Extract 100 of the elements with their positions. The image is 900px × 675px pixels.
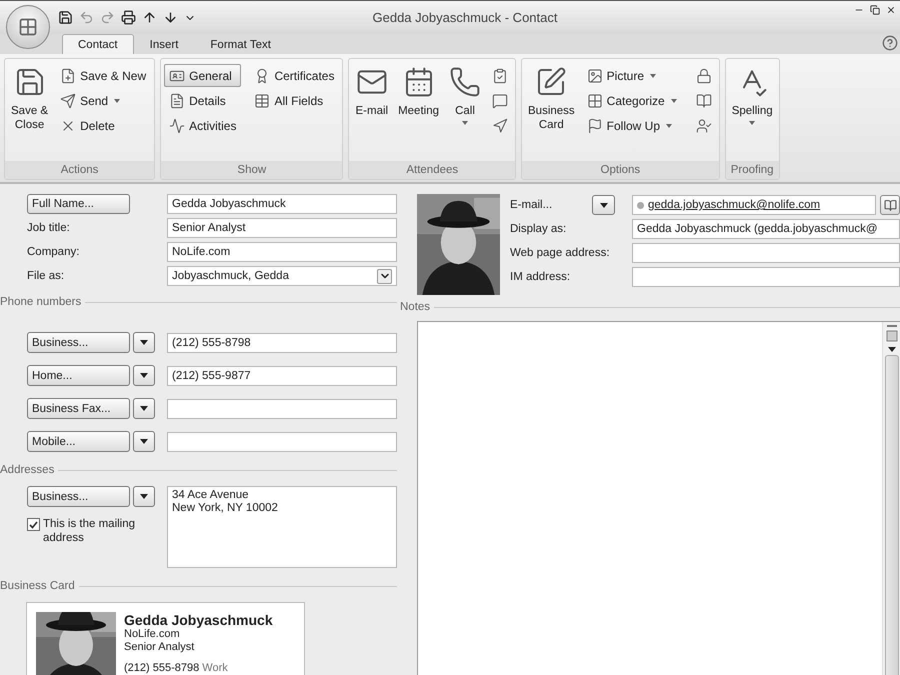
phone-type-button[interactable]: Business Fax... <box>27 398 130 419</box>
ribbon-button[interactable]: Activities <box>164 114 242 137</box>
next-button[interactable] <box>163 10 178 25</box>
address-type-button[interactable]: Business... <box>27 486 130 507</box>
ribbon-button[interactable]: Spelling <box>728 62 776 161</box>
window-title: Gedda Jobyaschmuck - Contact <box>372 10 558 25</box>
dropdown-arrow-icon <box>140 406 148 411</box>
dropdown-button[interactable] <box>133 486 155 507</box>
section-title: Addresses <box>0 464 54 476</box>
flag-icon <box>586 118 603 134</box>
input-field[interactable]: Senior Analyst <box>167 218 397 238</box>
dropdown-button[interactable] <box>592 195 615 215</box>
dropdown-button[interactable] <box>133 398 155 419</box>
arrow-icon <box>492 118 508 134</box>
group-label: Actions <box>5 161 154 179</box>
printer-icon <box>121 10 136 25</box>
scroll-up-arrow-icon <box>888 347 896 352</box>
address-book-button[interactable] <box>880 195 900 215</box>
save-button[interactable] <box>58 10 73 25</box>
phone-field[interactable] <box>167 398 397 418</box>
lock-icon <box>696 68 712 84</box>
help-button[interactable] <box>882 35 898 51</box>
ribbon-tab[interactable]: Insert <box>134 34 194 54</box>
email-field[interactable]: gedda.jobyaschmuck@nolife.com <box>632 195 876 215</box>
checkbox-label: This is the mailing address <box>43 517 136 545</box>
phone-field[interactable]: (212) 555-9877 <box>167 366 397 386</box>
phone-field[interactable]: (212) 555-8798 <box>167 332 397 352</box>
input-field[interactable]: Gedda Jobyaschmuck <box>167 194 397 214</box>
field-label: Web page address: <box>510 247 611 259</box>
ribbon-button[interactable]: Follow Up <box>582 114 684 137</box>
ribbon-button[interactable]: Business Card <box>525 62 578 161</box>
arrow-down-icon <box>163 10 178 25</box>
ribbon-button[interactable]: E-mail <box>352 62 392 161</box>
dropdown-button[interactable] <box>133 431 155 452</box>
section-title: Phone numbers <box>0 296 82 308</box>
clipboard-check-icon <box>492 68 508 84</box>
phone-type-button[interactable]: Mobile... <box>27 431 130 452</box>
card-line: Senior Analyst <box>124 641 196 654</box>
file-as-combo[interactable]: Jobyaschmuck, Gedda <box>167 266 397 286</box>
address-field[interactable]: 34 Ace Avenue New York, NY 10002 <box>167 486 397 568</box>
book-icon <box>696 92 712 108</box>
picture-icon <box>586 68 603 84</box>
group-label: Attendees <box>349 161 515 179</box>
notes-field[interactable] <box>417 321 900 675</box>
ribbon-button[interactable]: Save & Close <box>8 62 52 161</box>
close-icon <box>886 5 896 15</box>
ribbon-button[interactable]: All Fields <box>249 89 340 112</box>
ribbon-button[interactable]: Details <box>164 89 242 112</box>
previous-button[interactable] <box>142 10 157 25</box>
dropdown-button[interactable] <box>133 365 155 386</box>
dropdown-arrow-icon <box>600 202 608 208</box>
ribbon-button[interactable]: Call <box>446 62 484 161</box>
grid-icon <box>586 92 603 108</box>
ribbon-button[interactable]: General <box>164 64 242 87</box>
ribbon-button[interactable]: Picture <box>582 64 684 87</box>
dropdown-arrow-icon <box>140 340 148 345</box>
new-document-icon <box>60 68 76 84</box>
office-button[interactable] <box>6 5 50 49</box>
field-label: Job title: <box>27 222 71 234</box>
help-icon <box>882 35 898 51</box>
close-button[interactable] <box>886 5 896 15</box>
speech-bubble-icon <box>492 92 508 108</box>
print-button[interactable] <box>121 10 136 25</box>
input-field[interactable] <box>632 243 900 263</box>
checkbox[interactable] <box>27 518 40 531</box>
checkmark-icon <box>29 520 38 528</box>
undo-icon <box>79 10 94 25</box>
ribbon-button[interactable]: Delete <box>55 114 152 137</box>
input-field[interactable]: NoLife.com <box>167 242 397 262</box>
ribbon-button[interactable]: Certificates <box>249 64 340 87</box>
ribbon-button[interactable]: Meeting <box>395 62 442 161</box>
field-label: File as: <box>27 270 66 282</box>
full-name-button[interactable]: Full Name... <box>27 194 130 214</box>
restore-button[interactable] <box>870 5 880 15</box>
activity-icon <box>169 118 186 134</box>
ribbon-tab[interactable]: Format Text <box>194 34 287 54</box>
phone-icon <box>449 66 481 98</box>
scrollbar[interactable] <box>882 322 900 675</box>
phone-type-button[interactable]: Home... <box>27 365 130 386</box>
group-label: Proofing <box>726 161 779 179</box>
input-field[interactable]: Gedda Jobyaschmuck (gedda.jobyaschmuck@ <box>632 219 900 239</box>
card-line: NoLife.com <box>124 628 181 641</box>
ribbon-button[interactable]: Send <box>55 89 152 112</box>
status-dot-icon <box>637 202 644 208</box>
card-name: Gedda Jobyaschmuck <box>124 612 273 628</box>
document-icon <box>169 92 186 108</box>
email-link[interactable]: gedda.jobyaschmuck@nolife.com <box>648 199 820 211</box>
input-field[interactable] <box>632 267 900 287</box>
ribbon-button[interactable]: Categorize <box>582 89 684 112</box>
group-label: Show <box>161 161 342 179</box>
email-button[interactable]: E-mail... <box>510 199 552 211</box>
ribbon-tab[interactable]: Contact <box>62 34 134 54</box>
phone-type-button[interactable]: Business... <box>27 332 130 353</box>
person-check-icon <box>696 118 712 134</box>
phone-field[interactable] <box>167 432 397 452</box>
ribbon-button[interactable]: Save & New <box>55 64 152 87</box>
table-icon <box>254 92 270 108</box>
office-logo-icon <box>18 17 38 37</box>
dropdown-button[interactable] <box>133 332 155 353</box>
field-label: IM address: <box>510 271 572 283</box>
